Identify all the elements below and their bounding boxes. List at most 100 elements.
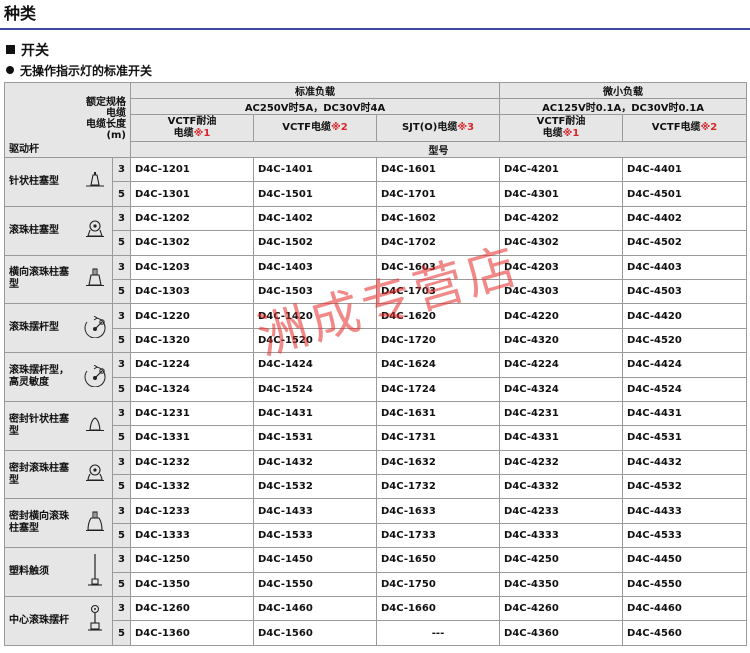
cable-length: 5	[112, 425, 131, 451]
cable-length: 5	[112, 278, 131, 305]
actuator-icon-cell	[78, 303, 113, 354]
table-row: 5 D4C-1302 D4C-1502 D4C-1702 D4C-4302 D4C-450…	[5, 230, 748, 256]
model-number: D4C-4202	[499, 205, 624, 232]
actuator-name: 密封横向滚珠柱塞型	[4, 498, 79, 549]
actuator-icon-cell	[78, 157, 113, 207]
table-row: 滚珠柱塞型 3 D4C-1202 D4C-1402 D4C-1602 D4C-4202 D4…	[4, 205, 748, 256]
plastic-whisker-icon	[85, 553, 105, 592]
table-row: 5 D4C-1303 D4C-1503 D4C-1703 D4C-4303 D4C-450…	[5, 278, 748, 305]
model-number: D4C-1250	[130, 547, 254, 573]
model-number: D4C-1460	[253, 596, 377, 622]
roller-lever-high-sensitivity-icon	[82, 364, 108, 390]
model-number: D4C-1702	[375, 230, 501, 256]
section-title-text: 开关	[21, 43, 49, 59]
actuator-icon-cell	[78, 352, 113, 402]
rating-label: 额定规格	[86, 97, 126, 108]
model-number: D4C-4260	[499, 596, 624, 622]
model-number: D4C-4550	[622, 571, 748, 598]
cable-length-unit: (m)	[106, 130, 126, 141]
cable-column-header: VCTF耐油 电缆※1	[499, 114, 624, 142]
model-number: D4C-1531	[253, 425, 377, 451]
cable-length: 3	[112, 498, 131, 524]
model-number: D4C-1701	[375, 181, 501, 207]
cable-length: 3	[112, 352, 131, 378]
note-mark: ※2	[331, 122, 348, 133]
actuator-icon-cell	[78, 498, 113, 549]
cable-length: 5	[112, 571, 131, 598]
model-number: D4C-4524	[622, 376, 748, 402]
cable-length: 5	[112, 620, 131, 646]
model-number: D4C-1233	[130, 498, 254, 524]
table-row: 5 D4C-1320 D4C-1520 D4C-1720 D4C-4320 D4C-452…	[5, 327, 748, 354]
actuator-icon-cell	[78, 596, 113, 646]
model-label: 型号	[129, 141, 748, 158]
cable-type-label-line2: 电缆	[542, 128, 563, 139]
model-number: D4C-1403	[253, 254, 377, 280]
cable-type-label: SJT(O)电缆	[401, 122, 458, 133]
actuator-name: 密封针状柱塞型	[4, 400, 79, 451]
model-number: D4C-1633	[375, 498, 501, 524]
sealed-roller-plunger-icon	[84, 463, 106, 486]
model-number: D4C-1520	[253, 327, 377, 354]
model-number: D4C-4350	[499, 571, 624, 598]
model-number: D4C-1420	[253, 303, 377, 329]
model-number: D4C-1524	[253, 376, 377, 402]
model-number: D4C-4520	[622, 327, 748, 354]
table-row: 5 D4C-1350 D4C-1550 D4C-1750 D4C-4350 D4C-455…	[5, 571, 748, 598]
sealed-cross-roller-plunger-icon	[84, 511, 106, 536]
model-number: D4C-4560	[622, 620, 748, 646]
model-number: D4C-1703	[375, 278, 501, 305]
cable-length: 3	[112, 205, 131, 232]
model-number: D4C-4532	[622, 474, 748, 500]
cable-length: 5	[112, 522, 131, 549]
model-number: D4C-4320	[499, 327, 624, 354]
model-number: D4C-4433	[622, 498, 748, 524]
model-number: D4C-1332	[130, 474, 254, 500]
square-bullet-icon	[6, 45, 15, 54]
cable-length: 3	[112, 547, 131, 573]
cable-length: 5	[112, 181, 131, 207]
model-number: D4C-1402	[253, 205, 377, 232]
actuator-name: 密封滚珠柱塞型	[4, 449, 79, 500]
model-number: D4C-1601	[375, 156, 501, 183]
model-number: D4C-1560	[253, 620, 377, 646]
section-title: 开关	[6, 40, 49, 60]
model-number: D4C-1301	[130, 181, 254, 207]
roller-lever-icon	[82, 315, 108, 341]
actuator-label: 驱动杆	[9, 144, 39, 155]
model-number: D4C-4224	[499, 352, 624, 378]
cable-length: 5	[112, 376, 131, 402]
model-number: D4C-1232	[130, 449, 254, 476]
model-number: D4C-1624	[375, 352, 501, 378]
model-number: D4C-1620	[375, 303, 501, 329]
model-number: D4C-1503	[253, 278, 377, 305]
model-number: D4C-1433	[253, 498, 377, 524]
cable-length: 3	[112, 596, 131, 622]
table-row: 5 D4C-1333 D4C-1533 D4C-1733 D4C-4333 D4C-453…	[5, 522, 748, 549]
model-number: D4C-4420	[622, 303, 748, 329]
cable-length: 3	[112, 303, 131, 329]
cable-column-header: VCTF耐油 电缆※1	[130, 114, 254, 142]
center-roller-lever-icon	[85, 604, 105, 637]
note-mark: ※3	[457, 122, 475, 133]
note-mark: ※1	[193, 128, 211, 139]
table-row: 5 D4C-1331 D4C-1531 D4C-1731 D4C-4331 D4C-453…	[5, 425, 748, 451]
model-number: D4C-4220	[499, 303, 624, 329]
round-bullet-icon	[6, 66, 14, 74]
cable-length-label: 电缆长度	[86, 119, 126, 130]
actuator-name: 塑料触须	[4, 547, 79, 598]
model-number: D4C-1432	[253, 449, 377, 476]
table-row: 塑料触须 3 D4C-1250 D4C-1450 D4C-1650 D4C-4250 D4C…	[4, 547, 748, 598]
table-row: 密封针状柱塞型 3 D4C-1231 D4C-1431 D4C-1631 D4C-4231…	[4, 400, 748, 451]
actuator-icon-cell	[78, 547, 113, 598]
model-number: D4C-1733	[375, 522, 501, 549]
model-number: D4C-1401	[253, 156, 377, 183]
table-row: 针状柱塞型 3 D4C-1201 D4C-1401 D4C-1601 D4C-4201 D4…	[4, 156, 748, 207]
cable-type-label: VCTF耐油	[167, 116, 217, 127]
model-number: D4C-4333	[499, 522, 624, 549]
cable-column-header: VCTF电缆※2	[253, 114, 377, 142]
model-number: D4C-4424	[622, 352, 748, 378]
table-row: 5 D4C-1301 D4C-1501 D4C-1701 D4C-4301 D4C-450…	[5, 181, 748, 207]
model-number: D4C-1450	[253, 547, 377, 573]
model-number: D4C-1303	[130, 278, 254, 305]
